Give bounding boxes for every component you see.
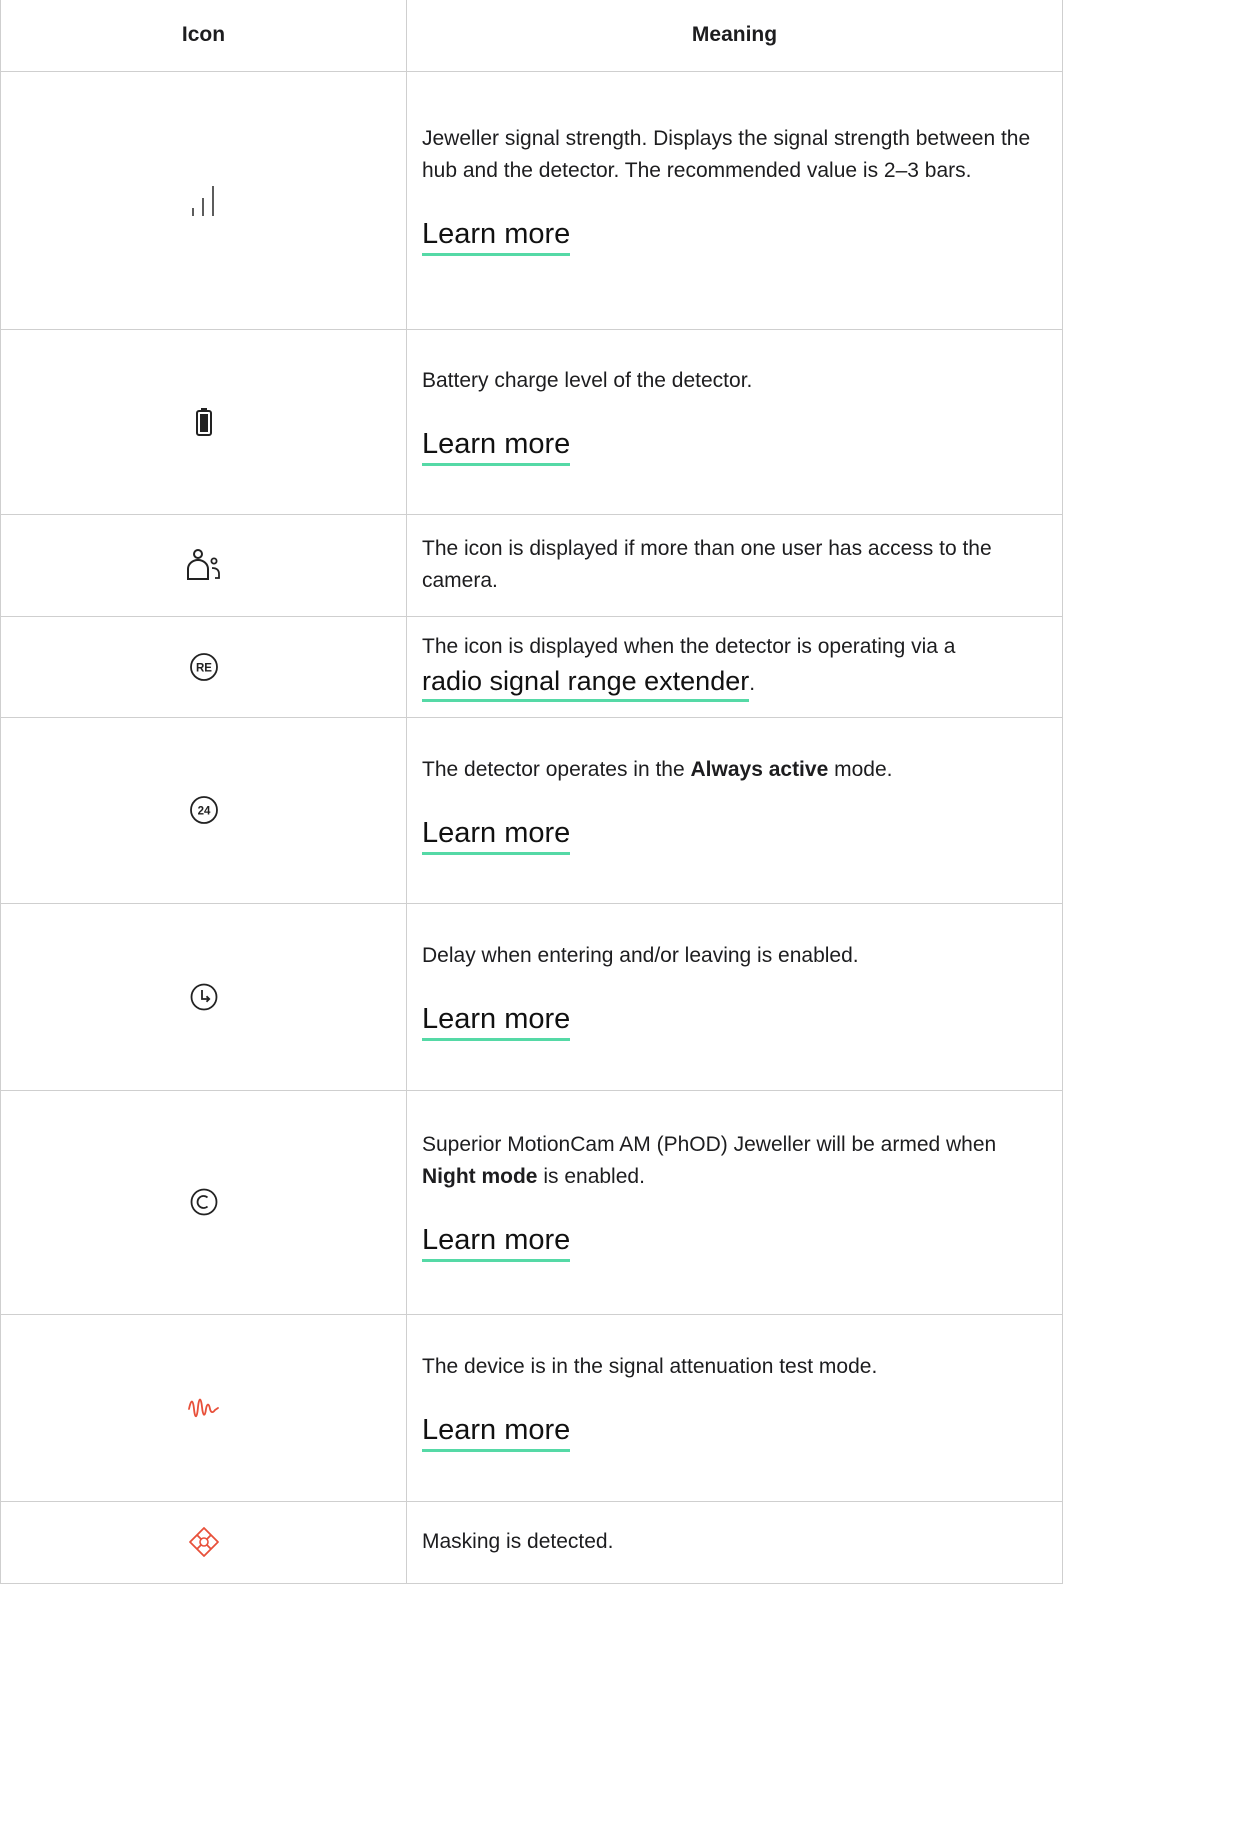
row-text-before: The detector operates in the [422,757,691,781]
table-header-row: Icon Meaning [0,0,1063,72]
table-row: Delay when entering and/or leaving is en… [0,902,1063,1091]
battery-icon [194,407,214,437]
row-text: Superior MotionCam AM (PhOD) Jeweller wi… [422,1129,1048,1193]
icon-cell [0,1313,407,1502]
delay-icon [189,982,219,1012]
icon-cell [0,1089,407,1315]
signal-strength-icon [189,182,219,218]
range-extender-icon: RE [189,652,219,682]
icon-cell [0,328,407,515]
row-text: Battery charge level of the detector. [422,369,753,392]
table-row: The device is in the signal attenuation … [0,1313,1063,1502]
icons-table: Icon Meaning Jeweller signal strength. D… [0,0,1063,1584]
row-text-after: . [749,672,756,695]
table-row: Superior MotionCam AM (PhOD) Jeweller wi… [0,1089,1063,1315]
icon-cell [0,902,407,1091]
row-text-bold: Night mode [422,1164,538,1188]
icon-cell [0,70,407,330]
learn-more-link[interactable]: Learn more [422,1000,571,1041]
users-icon [185,548,223,582]
icon-cell: 24 [0,716,407,904]
row-text-bold: Always active [690,757,829,781]
table-row: 24 The detector operates in the Always a… [0,716,1063,904]
row-text: The icon is displayed if more than one u… [422,537,992,592]
page: Icon Meaning Jeweller signal strength. D… [0,0,1238,1827]
row-text: Masking is detected. [422,1530,614,1553]
table-row: Battery charge level of the detector. Le… [0,328,1063,515]
learn-more-link[interactable]: Learn more [422,1221,571,1262]
night-mode-icon [189,1187,219,1217]
row-text: The detector operates in the Always acti… [422,754,1048,786]
icon-cell [0,513,407,617]
row-text-before: Superior MotionCam AM (PhOD) Jeweller wi… [422,1132,997,1156]
meaning-cell: Jeweller signal strength. Displays the s… [406,70,1063,330]
meaning-cell: Masking is detected. [406,1500,1063,1584]
always-active-label: 24 [197,806,210,818]
table-row: Jeweller signal strength. Displays the s… [0,70,1063,330]
meaning-cell: The icon is displayed if more than one u… [406,513,1063,617]
table-row: The icon is displayed if more than one u… [0,513,1063,617]
learn-more-link[interactable]: Learn more [422,1411,571,1452]
row-text: Jeweller signal strength. Displays the s… [422,126,1031,182]
meaning-cell: Superior MotionCam AM (PhOD) Jeweller wi… [406,1089,1063,1315]
learn-more-link[interactable]: Learn more [422,425,571,466]
meaning-cell: The detector operates in the Always acti… [406,716,1063,904]
row-text-after: is enabled. [537,1164,645,1188]
table-row: RE The icon is displayed when the detect… [0,615,1063,718]
meaning-cell: Delay when entering and/or leaving is en… [406,902,1063,1091]
learn-more-link[interactable]: Learn more [422,215,571,256]
row-text-after: mode. [828,757,893,781]
row-text: The device is in the signal attenuation … [422,1355,878,1378]
range-extender-link[interactable]: radio signal range extender [422,663,750,702]
row-text: The icon is displayed when the detector … [422,631,1048,702]
icon-cell [0,1500,407,1584]
meaning-cell: The icon is displayed when the detector … [406,615,1063,718]
attenuation-test-icon [187,1395,221,1421]
range-extender-label: RE [196,662,212,674]
header-icon: Icon [0,0,407,72]
meaning-cell: The device is in the signal attenuation … [406,1313,1063,1502]
meaning-cell: Battery charge level of the detector. Le… [406,328,1063,515]
table-row: Masking is detected. [0,1500,1063,1584]
masking-icon [188,1526,220,1558]
always-active-icon: 24 [189,795,219,825]
learn-more-link[interactable]: Learn more [422,814,571,855]
row-text-before: The icon is displayed when the detector … [422,635,956,658]
icon-cell: RE [0,615,407,718]
row-text: Delay when entering and/or leaving is en… [422,944,859,967]
header-meaning: Meaning [406,0,1063,72]
